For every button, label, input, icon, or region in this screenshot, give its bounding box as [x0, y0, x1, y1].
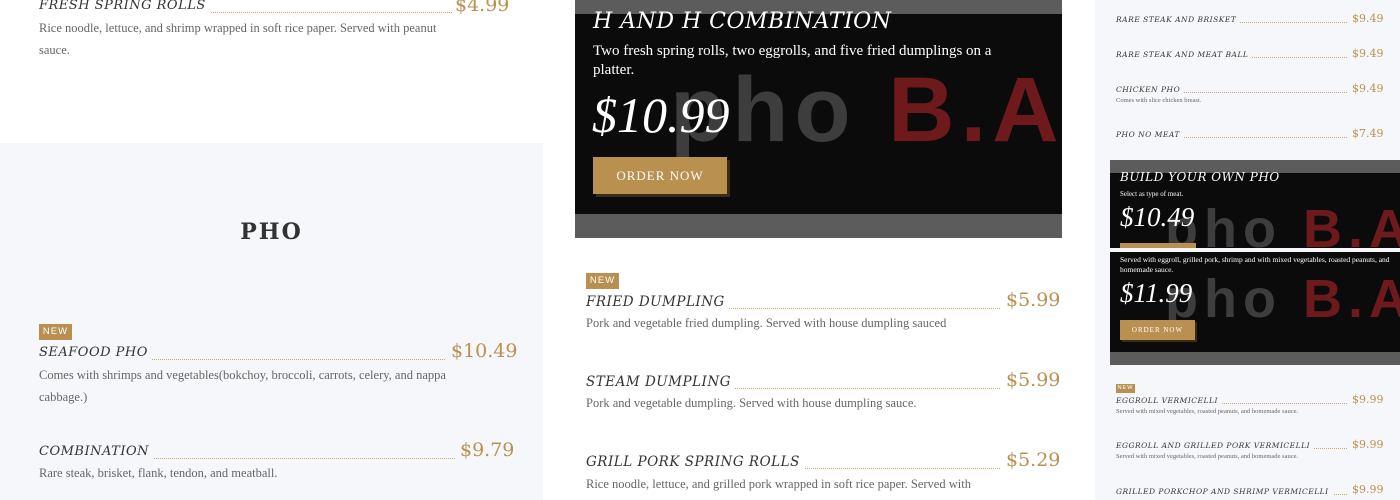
- item-price: $9.49: [1352, 47, 1384, 60]
- order-now-button[interactable]: ORDER NOW: [1120, 320, 1195, 340]
- logo-bae-text: B.A.E: [1302, 199, 1400, 248]
- item-description: Pork and vegetable fried dumpling. Serve…: [586, 316, 947, 330]
- item-name: STEAM DUMPLING: [586, 374, 735, 390]
- item-price: $9.49: [1352, 82, 1384, 95]
- promo-description: Two fresh spring rolls, two eggrolls, an…: [593, 43, 992, 78]
- item-description: Served with mixed vegetables, roasted pe…: [1116, 453, 1299, 460]
- item-description: Rare steak, brisket, flank, tendon, and …: [39, 466, 278, 480]
- item-name: FRESH SPRING ROLLS: [39, 0, 210, 13]
- new-badge: NEW: [39, 324, 72, 340]
- item-name: COMBINATION: [39, 444, 153, 459]
- promo-banner: pho B.A.E BUILD YOUR OWN PHO Select as t…: [1110, 160, 1400, 248]
- item-leader-dots: [172, 12, 452, 13]
- promo-bottom-bar: [1110, 352, 1400, 365]
- section-title-pho: PHO: [240, 219, 303, 245]
- item-leader-dots: [125, 359, 445, 360]
- item-name: PHO NO MEAT: [1116, 130, 1184, 139]
- menu-column-left: FRESH SPRING ROLLS $4.99 Rice noodle, le…: [0, 0, 543, 500]
- item-name: GRILLED PORKCHOP AND SHRIMP VERMICELLI: [1116, 487, 1333, 496]
- order-button-partial[interactable]: [1120, 243, 1196, 248]
- item-price: $5.99: [1006, 369, 1061, 391]
- promo-title: H AND H COMBINATION: [593, 9, 892, 34]
- promo-title: BUILD YOUR OWN PHO: [1120, 170, 1280, 184]
- item-description: Pork and vegetable dumpling. Served with…: [586, 396, 917, 410]
- item-price: $9.99: [1352, 483, 1384, 496]
- item-price: $4.99: [455, 0, 510, 16]
- item-price: $7.49: [1352, 127, 1384, 140]
- item-name: EGGROLL VERMICELLI: [1116, 396, 1222, 405]
- promo-description: Served with eggroll, grilled pork, shrim…: [1120, 255, 1390, 274]
- item-name: SEAFOOD PHO: [39, 345, 152, 360]
- item-name: FRIED DUMPLING: [586, 294, 729, 310]
- item-price: $10.49: [451, 340, 518, 362]
- promo-price: $10.99: [592, 87, 730, 143]
- item-description: Rice noodle, lettuce, and grilled pork w…: [586, 477, 971, 491]
- menu-column-middle: pho B.A.E H AND H COMBINATION Two fresh …: [575, 0, 1062, 500]
- promo-bottom-bar: [575, 214, 1062, 238]
- item-name: RARE STEAK AND MEAT BALL: [1116, 50, 1253, 59]
- order-now-button[interactable]: ORDER NOW: [593, 157, 727, 194]
- new-badge: NEW: [1116, 384, 1135, 393]
- item-name: EGGROLL AND GRILLED PORK VERMICELLI: [1116, 441, 1315, 450]
- item-leader-dots: [1165, 92, 1347, 93]
- item-price: $9.99: [1352, 393, 1384, 406]
- item-leader-dots: [130, 458, 455, 459]
- promo-price: $11.99: [1120, 278, 1193, 308]
- item-leader-dots: [695, 308, 1000, 309]
- item-name: RARE STEAK AND BRISKET: [1116, 15, 1241, 24]
- item-description: Served with mixed vegetables, roasted pe…: [1116, 408, 1299, 415]
- item-price: $5.99: [1006, 289, 1061, 311]
- item-description: Comes with slice chicken breast.: [1116, 97, 1202, 104]
- item-name: GRILL PORK SPRING ROLLS: [586, 454, 804, 470]
- item-description: Rice noodle, lettuce, and shrimp wrapped…: [39, 21, 437, 57]
- promo-description: Select as type of meat.: [1120, 190, 1184, 198]
- item-price: $9.79: [460, 439, 515, 461]
- promo-price: $10.49: [1120, 202, 1195, 232]
- item-price: $9.99: [1352, 438, 1384, 451]
- restaurant-logo: pho B.A.E: [1165, 194, 1400, 248]
- item-price: $9.49: [1352, 12, 1384, 25]
- logo-bae-text: B.A.E: [1302, 269, 1400, 329]
- item-leader-dots: [1167, 137, 1347, 138]
- item-leader-dots: [700, 388, 1000, 389]
- promo-banner: pho B.A.E Served with eggroll, grilled p…: [1110, 252, 1400, 365]
- item-name: CHICKEN PHO: [1116, 85, 1185, 94]
- item-price: $5.29: [1006, 449, 1061, 471]
- menu-column-right: RARE STEAK AND BRISKET $9.49 RARE STEAK …: [1095, 0, 1400, 500]
- promo-banner: pho B.A.E H AND H COMBINATION Two fresh …: [575, 0, 1062, 238]
- new-badge: NEW: [586, 273, 619, 289]
- item-description: Comes with shrimps and vegetables(bokcho…: [39, 368, 446, 404]
